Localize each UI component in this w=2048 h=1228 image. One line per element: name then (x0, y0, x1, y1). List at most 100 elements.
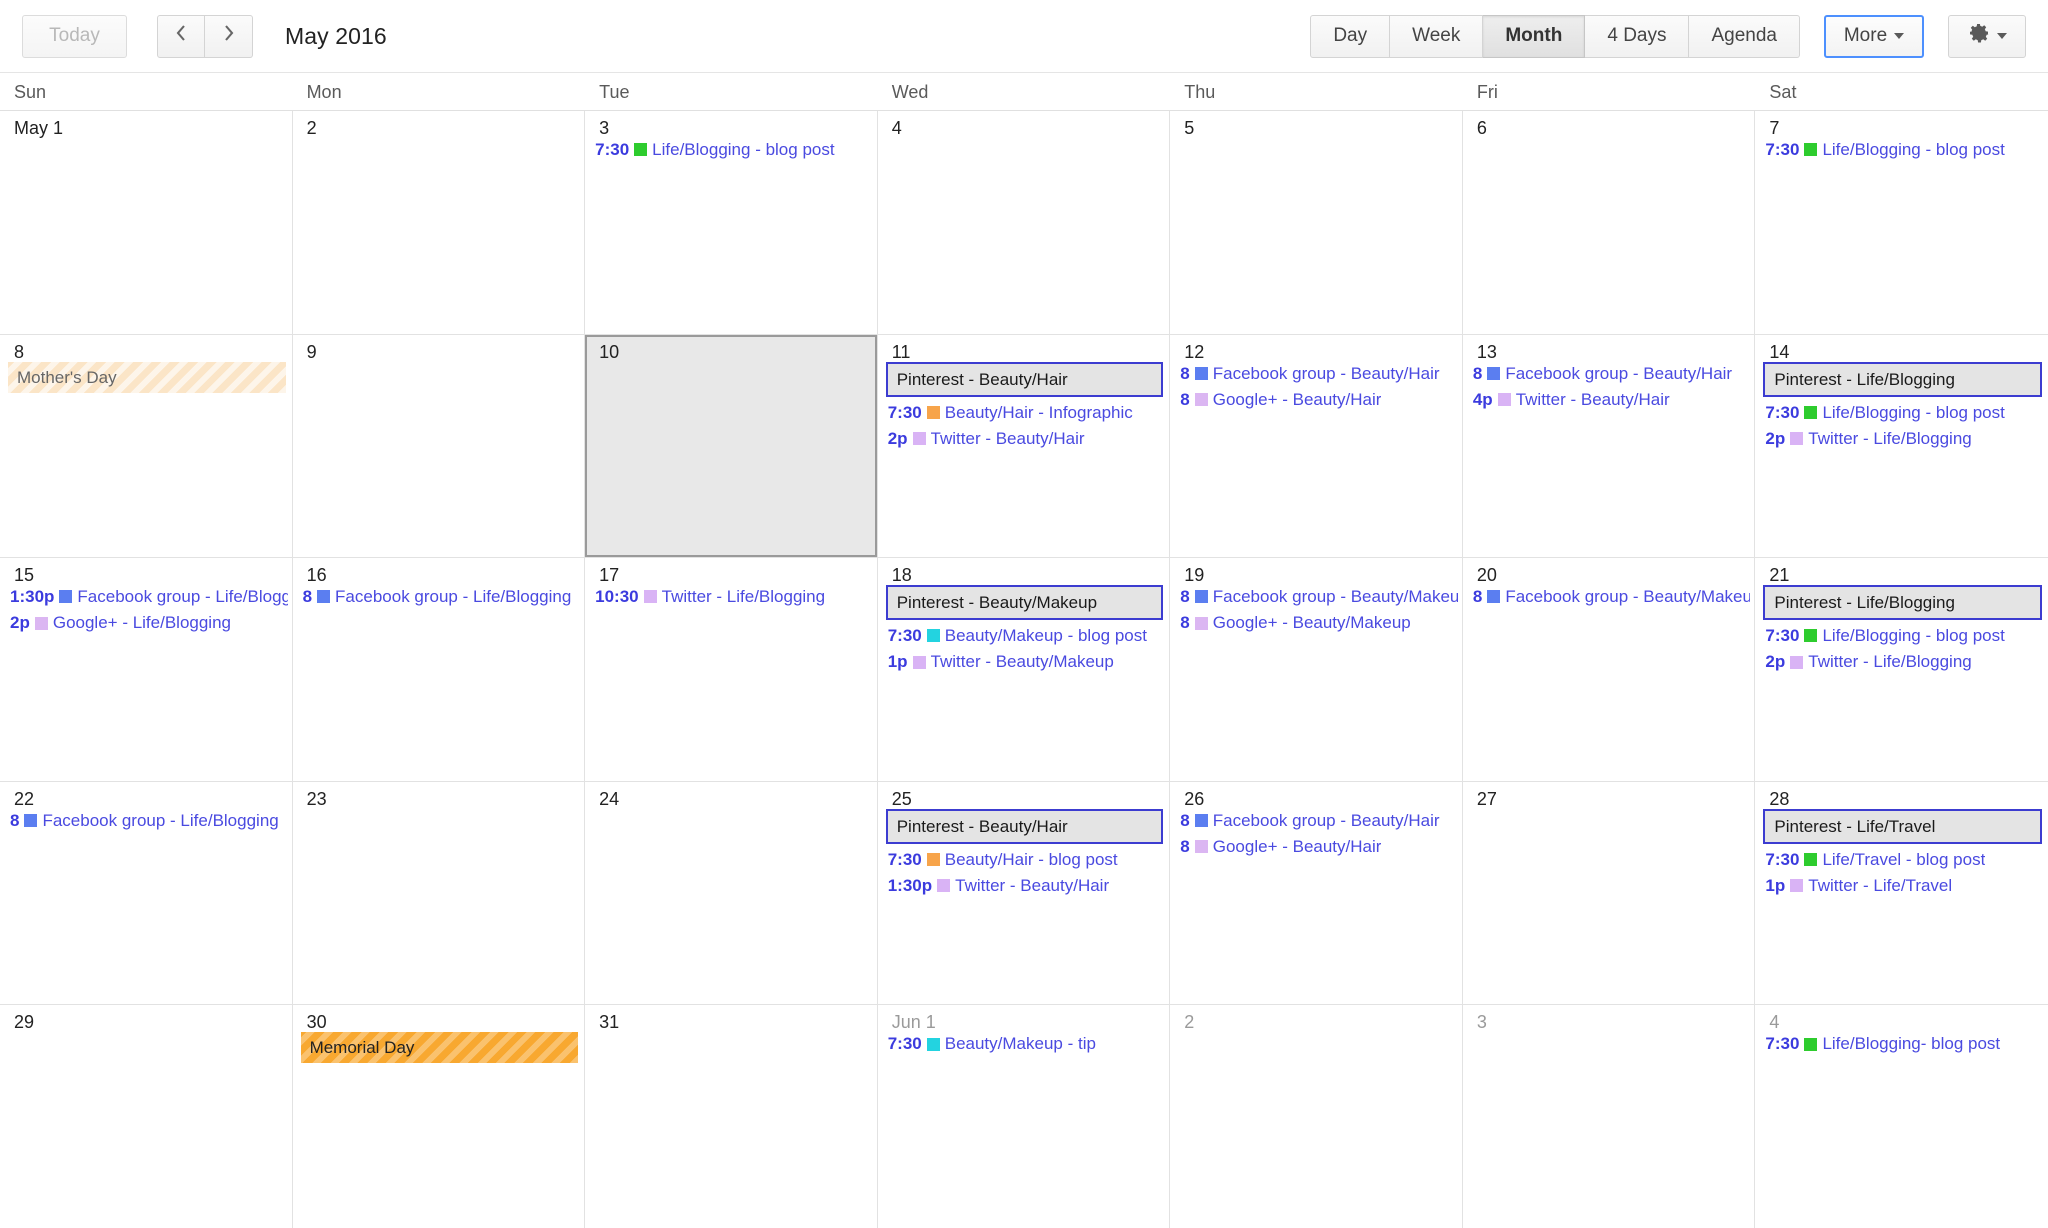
timed-event-chip[interactable]: 7:30 Life/Blogging - blog post (1763, 623, 2044, 649)
day-cell[interactable]: 18 Pinterest - Beauty/Makeup 7:30 Beauty/Ma… (877, 558, 1171, 781)
timed-event-chip[interactable]: 1:30p Facebook group - Life/Bloggi (8, 584, 288, 610)
day-cell[interactable]: 11 Pinterest - Beauty/Hair 7:30 Beauty/Hair… (877, 334, 1171, 558)
day-cell[interactable]: 16 8 Facebook group - Life/Blogging (292, 558, 586, 781)
day-cell[interactable]: 23 (292, 781, 586, 1005)
timed-event-chip[interactable]: 7:30 Beauty/Hair - blog post (886, 847, 1166, 873)
day-number[interactable]: May 1 (0, 111, 292, 137)
day-number[interactable]: 9 (293, 335, 585, 361)
day-cell[interactable]: 2 (1170, 1005, 1463, 1228)
day-cell[interactable]: 20 8 Facebook group - Beauty/Makeup (1462, 558, 1756, 781)
timed-event-chip[interactable]: 8 Facebook group - Beauty/Makeup (1178, 584, 1458, 610)
day-number[interactable]: 28 (1755, 782, 2048, 808)
timed-event-chip[interactable]: 7:30 Life/Travel - blog post (1763, 847, 2044, 873)
day-cell[interactable]: Jun 1 7:30 Beauty/Makeup - tip (877, 1005, 1171, 1228)
timed-event-chip[interactable]: 2p Twitter - Life/Blogging (1763, 426, 2044, 452)
timed-event-chip[interactable]: 8 Google+ - Beauty/Hair (1178, 387, 1458, 413)
day-number[interactable]: 7 (1755, 111, 2048, 137)
view-button-day[interactable]: Day (1310, 14, 1391, 58)
day-number[interactable]: 16 (293, 558, 585, 584)
all-day-event-chip[interactable]: Pinterest - Life/Blogging (1763, 361, 2042, 397)
day-number[interactable]: 23 (293, 782, 585, 808)
day-number[interactable]: 12 (1170, 335, 1462, 361)
view-button-month[interactable]: Month (1483, 14, 1586, 58)
day-number[interactable]: 29 (0, 1005, 292, 1031)
day-cell[interactable]: 17 10:30 Twitter - Life/Blogging (585, 558, 878, 781)
day-number[interactable]: 25 (878, 782, 1170, 808)
day-number[interactable]: 11 (878, 335, 1170, 361)
day-cell[interactable]: 5 (1170, 111, 1463, 334)
timed-event-chip[interactable]: 1p Twitter - Life/Travel (1763, 873, 2044, 899)
timed-event-chip[interactable]: 1:30p Twitter - Beauty/Hair (886, 873, 1166, 899)
timed-event-chip[interactable]: 7:30 Life/Blogging- blog post (1763, 1031, 2044, 1057)
timed-event-chip[interactable]: 4p Twitter - Beauty/Hair (1471, 387, 1751, 413)
timed-event-chip[interactable]: 1p Twitter - Beauty/Makeup (886, 649, 1166, 675)
day-cell[interactable]: 7 7:30 Life/Blogging - blog post (1755, 111, 2048, 334)
day-number[interactable]: 27 (1463, 782, 1755, 808)
timed-event-chip[interactable]: 8 Facebook group - Life/Blogging (301, 584, 581, 610)
day-number[interactable]: 24 (585, 782, 877, 808)
day-number[interactable]: 22 (0, 782, 292, 808)
more-button[interactable]: More (1824, 14, 1924, 58)
day-number[interactable]: 14 (1755, 335, 2048, 361)
day-number[interactable]: 26 (1170, 782, 1462, 808)
day-number[interactable]: 20 (1463, 558, 1755, 584)
timed-event-chip[interactable]: 7:30 Life/Blogging - blog post (1763, 137, 2044, 163)
timed-event-chip[interactable]: 8 Facebook group - Beauty/Hair (1178, 361, 1458, 387)
day-cell[interactable]: 2 (292, 111, 586, 334)
day-cell[interactable]: 15 1:30p Facebook group - Life/Bloggi 2p Goo… (0, 558, 293, 781)
day-cell[interactable]: 25 Pinterest - Beauty/Hair 7:30 Beauty/Hair… (877, 781, 1171, 1005)
previous-month-button[interactable] (157, 14, 205, 58)
day-number[interactable]: 31 (585, 1005, 877, 1031)
day-number[interactable]: 19 (1170, 558, 1462, 584)
day-cell[interactable]: 13 8 Facebook group - Beauty/Hair 4p Twitter… (1462, 334, 1756, 558)
day-cell[interactable]: 21 Pinterest - Life/Blogging 7:30 Life/Blog… (1755, 558, 2048, 781)
day-cell[interactable]: 14 Pinterest - Life/Blogging 7:30 Life/Blog… (1755, 334, 2048, 558)
day-number[interactable]: 18 (878, 558, 1170, 584)
all-day-event-chip[interactable]: Pinterest - Beauty/Makeup (885, 585, 1164, 621)
day-cell[interactable]: 28 Pinterest - Life/Travel 7:30 Life/Travel… (1755, 781, 2048, 1005)
timed-event-chip[interactable]: 8 Facebook group - Beauty/Hair (1178, 808, 1458, 834)
day-cell[interactable]: 8 Mother's Day (0, 334, 293, 558)
all-day-event-chip[interactable]: Pinterest - Life/Blogging (1763, 585, 2042, 621)
day-cell[interactable]: 4 (877, 111, 1171, 334)
day-cell[interactable]: 24 (585, 781, 878, 1005)
day-cell[interactable]: 27 (1462, 781, 1756, 1005)
all-day-event-chip[interactable]: Pinterest - Life/Travel (1763, 808, 2042, 844)
timed-event-chip[interactable]: 7:30 Beauty/Makeup - tip (886, 1031, 1166, 1057)
day-number[interactable]: 6 (1463, 111, 1755, 137)
day-number[interactable]: 17 (585, 558, 877, 584)
timed-event-chip[interactable]: 8 Google+ - Beauty/Makeup (1178, 610, 1458, 636)
day-number[interactable]: 8 (0, 335, 292, 361)
day-number[interactable]: 21 (1755, 558, 2048, 584)
day-number[interactable]: 4 (1755, 1005, 2048, 1031)
day-cell[interactable]: 3 7:30 Life/Blogging - blog post (585, 111, 878, 334)
day-cell[interactable]: 26 8 Facebook group - Beauty/Hair 8 Google+ … (1170, 781, 1463, 1005)
day-cell[interactable]: 12 8 Facebook group - Beauty/Hair 8 Google+ … (1170, 334, 1463, 558)
view-button-agenda[interactable]: Agenda (1689, 14, 1800, 58)
holiday-event-chip[interactable]: Memorial Day (300, 1032, 579, 1064)
timed-event-chip[interactable]: 8 Facebook group - Life/Blogging (8, 808, 288, 834)
timed-event-chip[interactable]: 8 Facebook group - Beauty/Makeup (1471, 584, 1751, 610)
day-number[interactable]: 13 (1463, 335, 1755, 361)
timed-event-chip[interactable]: 7:30 Beauty/Makeup - blog post (886, 623, 1166, 649)
day-number[interactable]: 30 (293, 1005, 585, 1031)
day-cell[interactable]: 22 8 Facebook group - Life/Blogging (0, 781, 293, 1005)
timed-event-chip[interactable]: 7:30 Life/Blogging - blog post (1763, 400, 2044, 426)
day-cell[interactable]: 6 (1462, 111, 1756, 334)
day-number[interactable]: Jun 1 (878, 1005, 1170, 1031)
day-number[interactable]: 10 (585, 335, 877, 361)
all-day-event-chip[interactable]: Pinterest - Beauty/Hair (885, 808, 1164, 844)
settings-button[interactable] (1948, 14, 2026, 58)
day-number[interactable]: 3 (585, 111, 877, 137)
timed-event-chip[interactable]: 8 Google+ - Beauty/Hair (1178, 834, 1458, 860)
timed-event-chip[interactable]: 7:30 Life/Blogging - blog post (593, 137, 873, 163)
day-cell[interactable]: 19 8 Facebook group - Beauty/Makeup 8 Google… (1170, 558, 1463, 781)
today-button[interactable]: Today (22, 14, 127, 58)
timed-event-chip[interactable]: 7:30 Beauty/Hair - Infographic (886, 400, 1166, 426)
day-number[interactable]: 15 (0, 558, 292, 584)
day-cell[interactable]: 30 Memorial Day (292, 1005, 586, 1228)
timed-event-chip[interactable]: 2p Twitter - Beauty/Hair (886, 426, 1166, 452)
next-month-button[interactable] (205, 14, 253, 58)
day-cell[interactable]: 3 (1462, 1005, 1756, 1228)
view-button-week[interactable]: Week (1390, 14, 1484, 58)
